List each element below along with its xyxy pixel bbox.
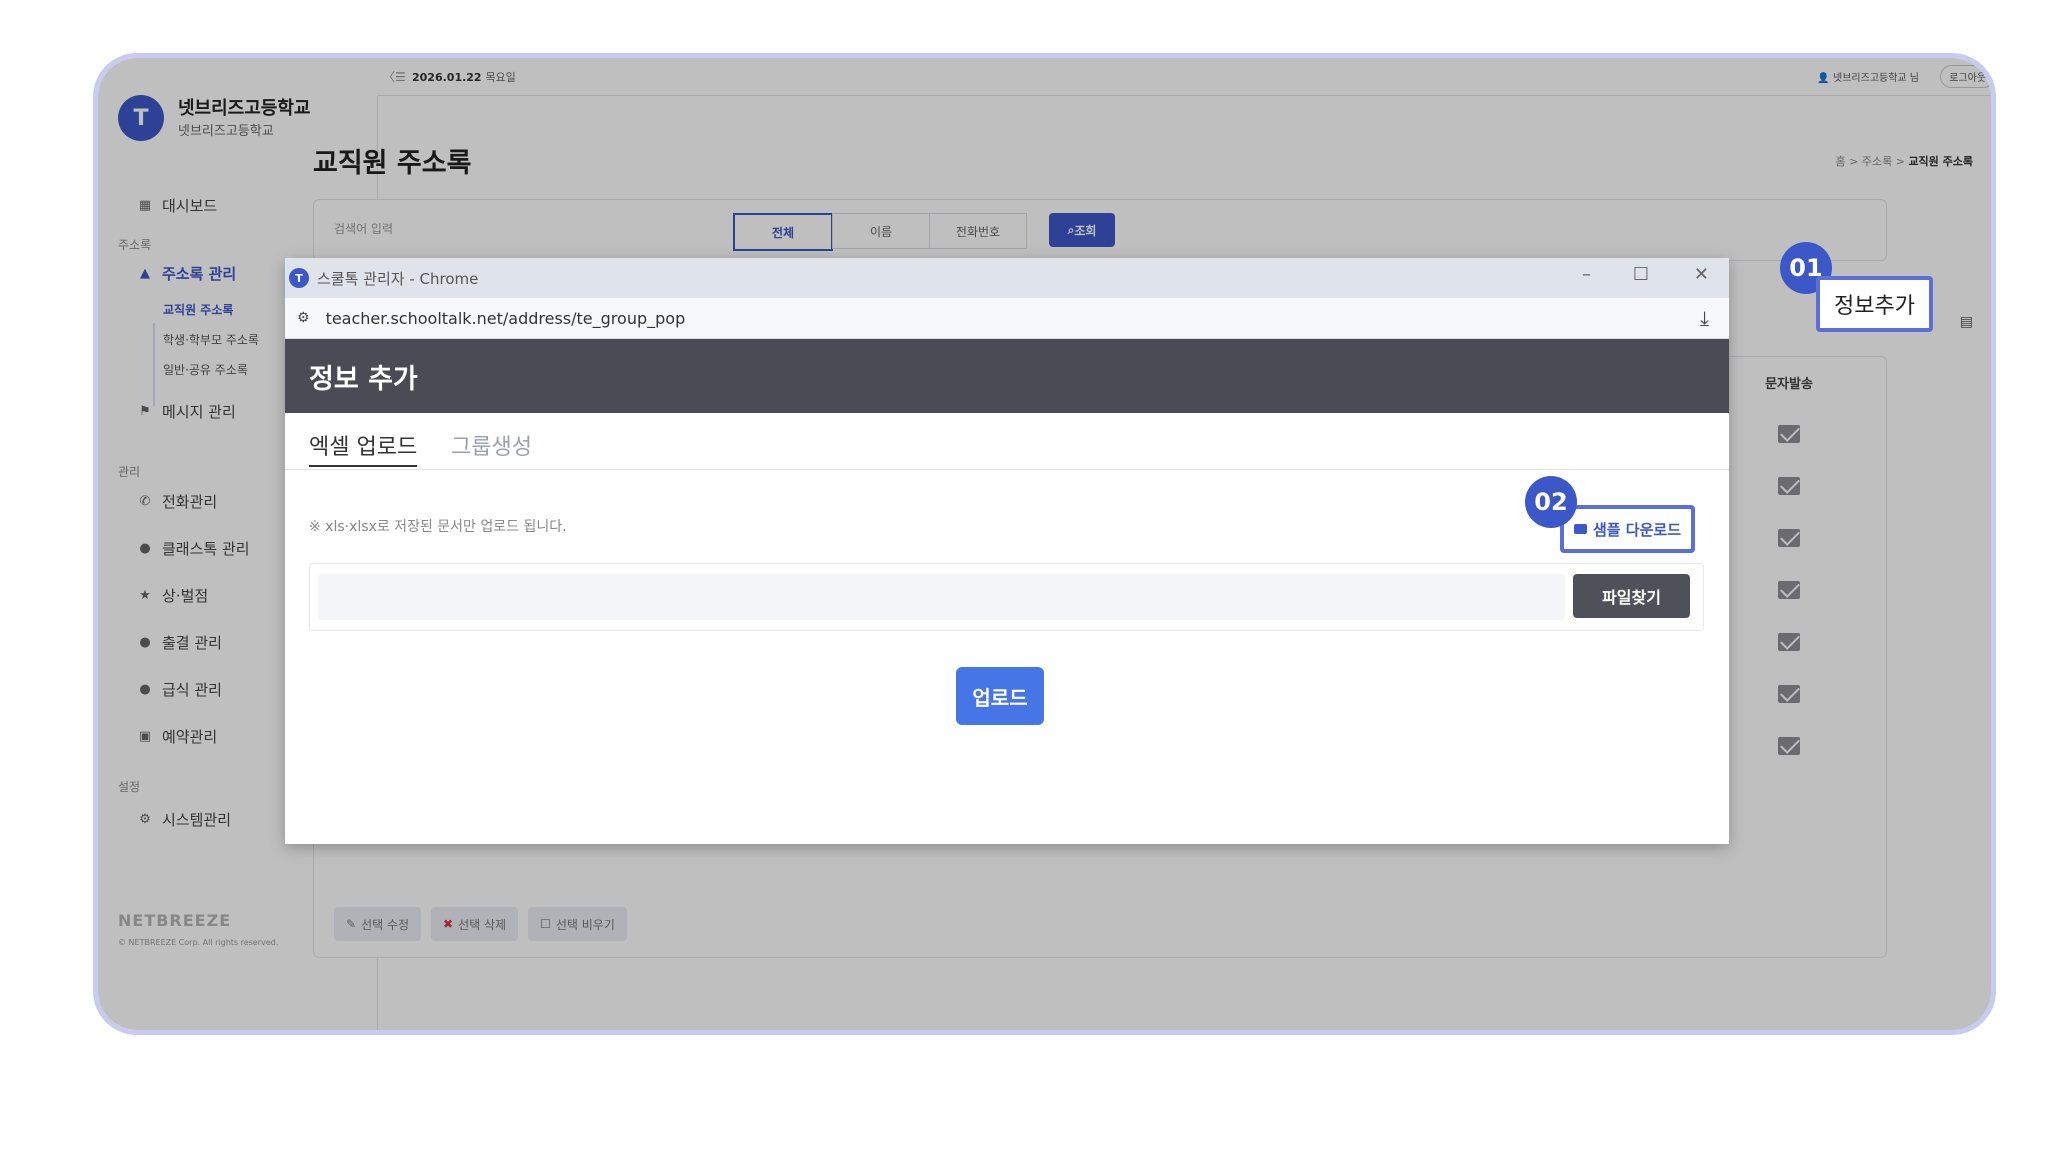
address-bar: ⚙ teacher.schooltalk.net/address/te_grou… <box>285 298 1729 339</box>
sample-download-button[interactable]: 샘플 다운로드 <box>1560 505 1695 553</box>
download-icon[interactable]: ⤓ <box>1700 306 1709 330</box>
site-settings-icon[interactable]: ⚙ <box>297 310 310 326</box>
minimize-icon[interactable]: – <box>1582 264 1591 285</box>
close-icon[interactable]: ✕ <box>1694 264 1709 285</box>
maximize-icon[interactable]: ☐ <box>1633 264 1649 285</box>
tab-create-group[interactable]: 그룹생성 <box>451 429 532 461</box>
chrome-title-bar: T 스쿨톡 관리자 - Chrome – ☐ ✕ <box>285 258 1729 298</box>
step-badge-2: 02 <box>1525 476 1577 528</box>
favicon: T <box>289 268 309 288</box>
browse-file-button[interactable]: 파일찾기 <box>1573 574 1690 618</box>
popup-window: T 스쿨톡 관리자 - Chrome – ☐ ✕ ⚙ teacher.schoo… <box>285 258 1729 844</box>
popup-tabs: 엑셀 업로드 그룹생성 <box>285 413 1729 470</box>
tab-excel-upload[interactable]: 엑셀 업로드 <box>309 429 418 467</box>
screenshot-frame: T 넷브리즈고등학교 넷브리즈고등학교 ▦ 대시보드 주소록 ▲ 주소록 관리 … <box>93 53 1996 1035</box>
file-path-field[interactable] <box>318 574 1565 620</box>
upload-button[interactable]: 업로드 <box>956 667 1044 725</box>
file-row: 파일찾기 <box>309 563 1704 631</box>
popup-header: 정보 추가 <box>285 339 1729 413</box>
url-text[interactable]: teacher.schooltalk.net/address/te_group_… <box>326 309 686 328</box>
download-file-icon <box>1573 524 1587 534</box>
window-title: 스쿨톡 관리자 - Chrome <box>317 269 479 288</box>
upload-notice: ※ xls·xlsx로 저장된 문서만 업로드 됩니다. <box>309 519 567 535</box>
add-info-button[interactable]: 정보추가 <box>1816 276 1933 332</box>
